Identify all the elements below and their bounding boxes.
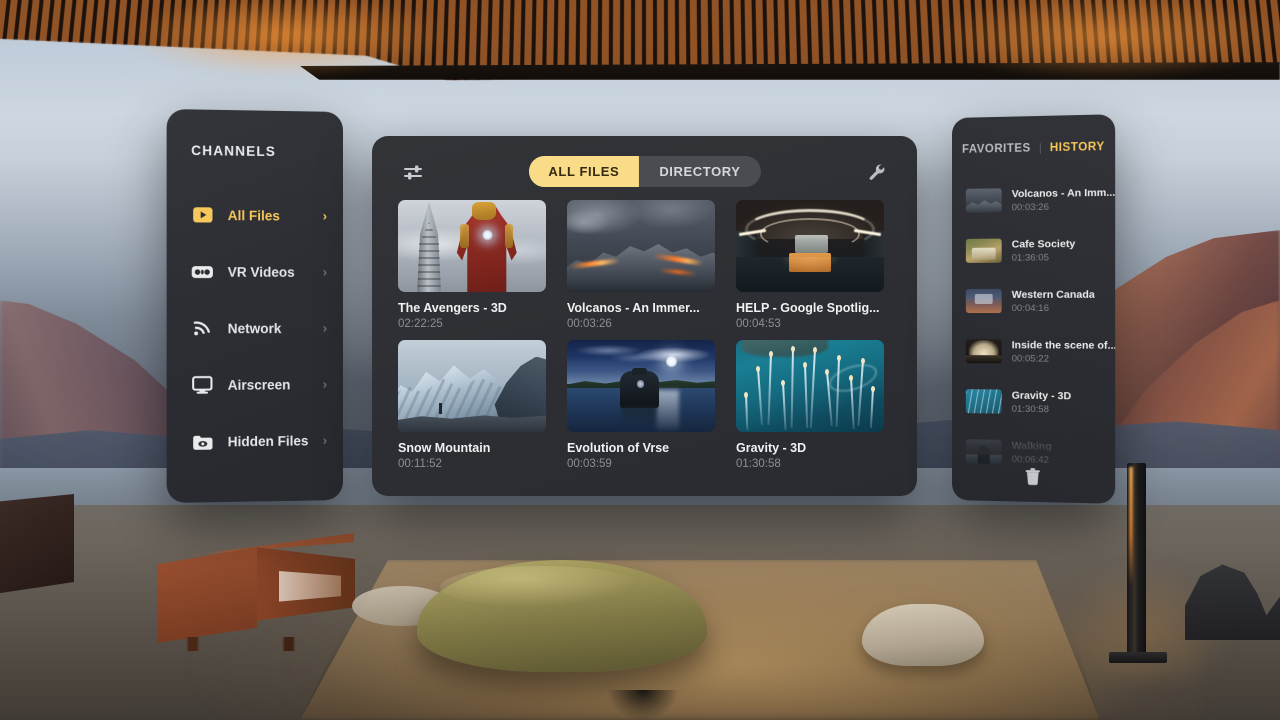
file-duration: 00:04:53 — [736, 318, 781, 330]
history-item[interactable]: Western Canada 00:04:16 — [952, 275, 1115, 326]
sidebar-item-vr-videos[interactable]: VR Videos › — [167, 243, 343, 300]
file-title: Snow Mountain — [398, 441, 491, 455]
history-thumbnail — [965, 238, 1002, 263]
channels-panel: CHANNELS All Files › VR Videos › Network › Air… — [166, 108, 343, 504]
channels-list: All Files › VR Videos › Network › Airscreen › Hi… — [167, 186, 343, 470]
history-tabs: FAVORITES | HISTORY — [952, 141, 1115, 156]
file-duration: 01:30:58 — [736, 458, 781, 470]
tab-all-files[interactable]: ALL FILES — [528, 156, 640, 187]
history-item-title: Western Canada — [1011, 288, 1095, 301]
history-panel: FAVORITES | HISTORY Volcanos - An Imm... 00… — [952, 114, 1116, 504]
file-thumbnail[interactable] — [567, 340, 715, 432]
sidebar-item-all-files[interactable]: All Files › — [167, 186, 343, 244]
file-thumbnail[interactable] — [398, 340, 546, 432]
file-card[interactable]: The Avengers - 3D 02:22:25 — [398, 200, 546, 330]
sidebar-item-label: Airscreen — [227, 376, 291, 393]
history-item-duration: 01:36:05 — [1011, 251, 1049, 264]
file-title: Volcanos - An Immer... — [567, 301, 700, 315]
history-thumbnail — [965, 339, 1002, 364]
history-item[interactable]: Volcanos - An Imm... 00:03:26 — [952, 173, 1115, 226]
file-duration: 00:03:59 — [567, 458, 612, 470]
file-duration: 00:11:52 — [398, 458, 442, 470]
file-title: HELP - Google Spotlig... — [736, 301, 880, 315]
file-thumbnail[interactable] — [736, 200, 884, 292]
file-card[interactable]: HELP - Google Spotlig... 00:04:53 — [736, 200, 884, 330]
chevron-right-icon: › — [322, 432, 328, 448]
history-item-title: Gravity - 3D — [1011, 389, 1072, 402]
history-item-text: Volcanos - An Imm... 00:03:26 — [1012, 186, 1115, 213]
history-list: Volcanos - An Imm... 00:03:26 Cafe Society… — [952, 173, 1115, 479]
vr-goggles-icon — [191, 260, 213, 282]
hidden-eye-icon — [191, 430, 213, 453]
trash-icon[interactable] — [1020, 463, 1046, 490]
tab-history[interactable]: HISTORY — [1050, 141, 1105, 154]
history-thumbnail — [965, 439, 1002, 464]
chevron-right-icon: › — [322, 376, 328, 392]
history-item[interactable]: Cafe Society 01:36:05 — [952, 224, 1115, 276]
chevron-right-icon: › — [322, 320, 328, 336]
history-item-text: Western Canada 00:04:16 — [1012, 288, 1095, 313]
history-item-title: Volcanos - An Imm... — [1011, 186, 1116, 200]
file-view-tabs: ALL FILES DIRECTORY — [528, 156, 761, 187]
files-toolbar: ALL FILES DIRECTORY — [372, 136, 917, 206]
history-item-title: Cafe Society — [1011, 237, 1076, 251]
history-item[interactable]: Gravity - 3D 01:30:58 — [952, 376, 1115, 428]
file-thumbnail[interactable] — [398, 200, 546, 292]
file-title: Evolution of Vrse — [567, 441, 670, 455]
file-thumbnail[interactable] — [567, 200, 715, 292]
history-item-duration: 01:30:58 — [1011, 403, 1049, 415]
file-duration: 00:03:26 — [567, 318, 612, 330]
play-box-icon — [191, 204, 213, 226]
file-card[interactable]: Snow Mountain 00:11:52 — [398, 340, 546, 470]
monitor-icon — [191, 374, 213, 396]
sidebar-item-label: Hidden Files — [227, 432, 309, 449]
file-title: The Avengers - 3D — [398, 301, 507, 315]
sidebar-item-airscreen[interactable]: Airscreen › — [167, 356, 343, 414]
history-item-text: Cafe Society 01:36:05 — [1012, 237, 1076, 263]
sliders-icon[interactable] — [399, 158, 427, 186]
tab-favorites[interactable]: FAVORITES — [962, 142, 1031, 155]
files-panel: ALL FILES DIRECTORY The Avengers - 3D 02:2… — [372, 136, 917, 496]
history-thumbnail — [965, 188, 1002, 213]
history-item-title: Walking — [1011, 439, 1052, 453]
sidebar-item-label: VR Videos — [227, 264, 295, 280]
chevron-right-icon: › — [322, 208, 328, 224]
history-item-text: Walking 00:06:42 — [1012, 439, 1052, 465]
files-grid: The Avengers - 3D 02:22:25 Volcanos - An … — [398, 200, 892, 470]
channels-title: CHANNELS — [191, 142, 276, 160]
file-thumbnail[interactable] — [736, 340, 884, 432]
tab-directory[interactable]: DIRECTORY — [639, 156, 760, 187]
sidebar-item-hidden-files[interactable]: Hidden Files › — [167, 412, 343, 471]
chevron-right-icon: › — [322, 264, 328, 280]
file-title: Gravity - 3D — [736, 441, 807, 455]
wrench-icon[interactable] — [863, 158, 891, 186]
sidebar-item-network[interactable]: Network › — [167, 300, 343, 357]
history-item-title: Inside the scene of... — [1011, 338, 1116, 352]
file-card[interactable]: Volcanos - An Immer... 00:03:26 — [567, 200, 715, 330]
history-item[interactable]: Inside the scene of... 00:05:22 — [952, 326, 1115, 377]
history-item-text: Gravity - 3D 01:30:58 — [1012, 389, 1072, 415]
history-item-duration: 00:05:22 — [1011, 352, 1049, 365]
history-thumbnail — [965, 389, 1002, 414]
history-item-duration: 00:03:26 — [1011, 201, 1049, 213]
sidebar-item-label: Network — [227, 320, 282, 336]
file-card[interactable]: Gravity - 3D 01:30:58 — [736, 340, 884, 470]
history-item-duration: 00:04:16 — [1011, 302, 1049, 314]
history-thumbnail — [965, 288, 1002, 314]
file-duration: 02:22:25 — [398, 318, 443, 330]
tab-divider: | — [1038, 142, 1042, 155]
wifi-icon — [191, 317, 213, 339]
history-item-text: Inside the scene of... 00:05:22 — [1012, 339, 1115, 365]
file-card[interactable]: Evolution of Vrse 00:03:59 — [567, 340, 715, 470]
sidebar-item-label: All Files — [227, 207, 280, 224]
